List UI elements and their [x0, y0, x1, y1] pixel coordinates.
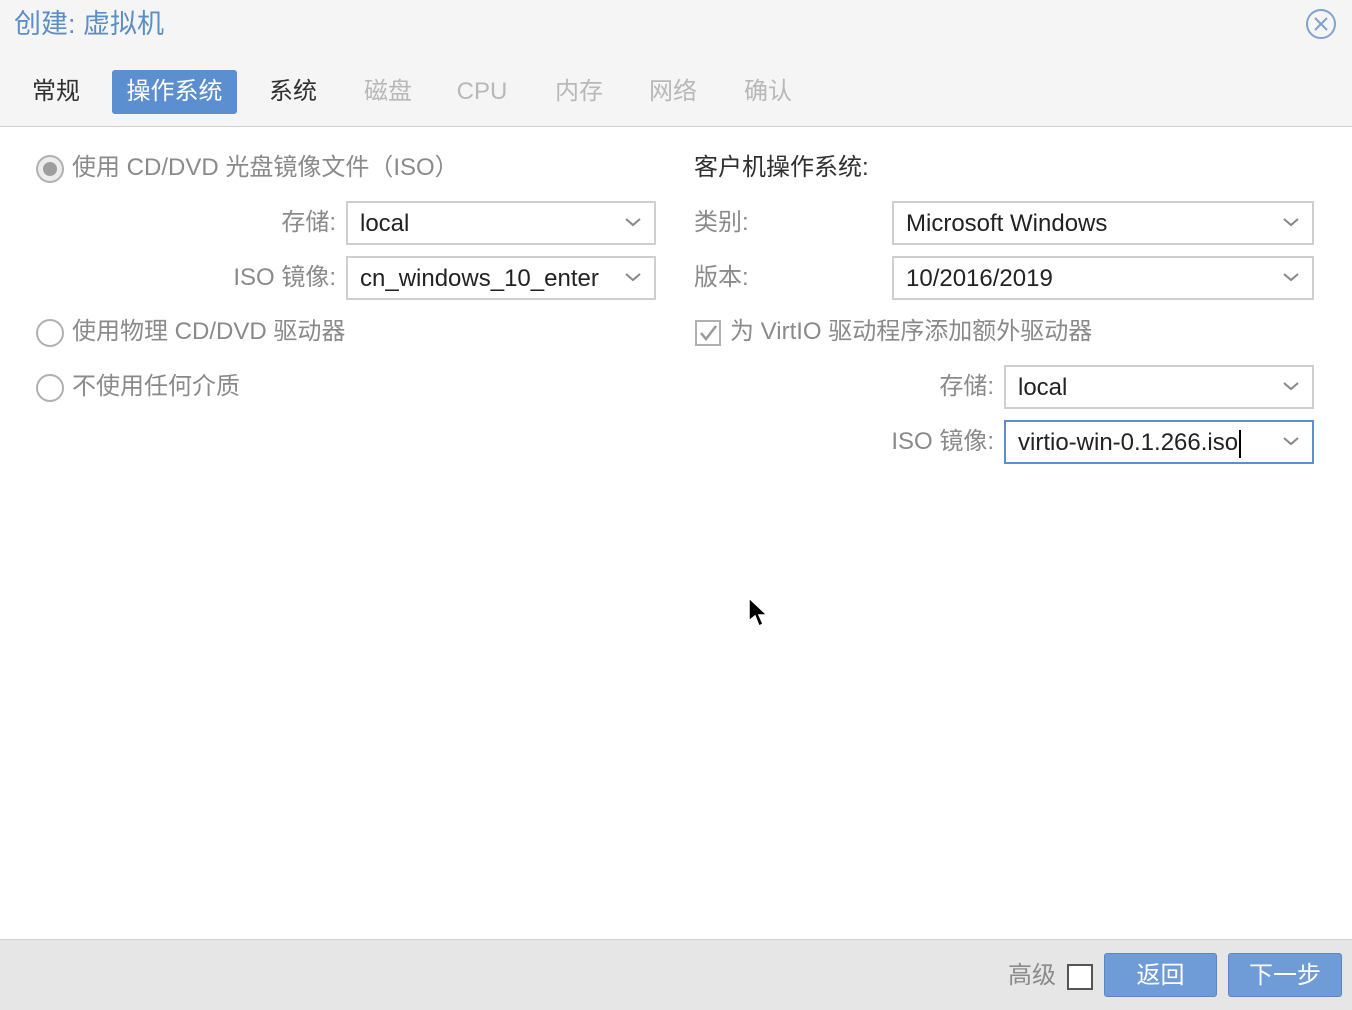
advanced-checkbox[interactable] — [1067, 964, 1093, 990]
iso-image-select[interactable]: cn_windows_10_enter — [346, 256, 656, 300]
dialog-title: 创建: 虚拟机 — [14, 9, 165, 39]
chevron-down-icon — [625, 273, 641, 282]
iso-image-label: ISO 镜像: — [233, 264, 336, 291]
physical-drive-radio[interactable] — [36, 319, 64, 347]
iso-option-label: 使用 CD/DVD 光盘镜像文件（ISO） — [72, 154, 459, 181]
chevron-down-icon — [1283, 218, 1299, 227]
tab-confirm: 确认 — [744, 78, 792, 105]
virtio-iso-value-wrap: virtio-win-0.1.266.iso — [1018, 422, 1242, 462]
storage-value: local — [360, 210, 410, 237]
os-version-value: 10/2016/2019 — [906, 265, 1053, 292]
virtio-checkbox-label: 为 VirtIO 驱动程序添加额外驱动器 — [730, 318, 1093, 345]
virtio-storage-value: local — [1018, 374, 1068, 401]
advanced-label: 高级 — [1008, 962, 1056, 989]
mouse-cursor-icon — [748, 597, 768, 628]
chevron-down-icon — [1283, 273, 1299, 282]
virtio-iso-label: ISO 镜像: — [891, 428, 994, 455]
iso-image-value: cn_windows_10_enter — [360, 265, 599, 292]
chevron-down-icon — [1283, 437, 1299, 446]
os-type-value: Microsoft Windows — [906, 210, 1108, 237]
iso-radio[interactable] — [36, 155, 64, 183]
virtio-storage-label: 存储: — [939, 373, 994, 400]
tab-network: 网络 — [649, 78, 697, 105]
tab-disk: 磁盘 — [364, 78, 412, 105]
back-button[interactable]: 返回 — [1104, 953, 1217, 997]
dialog-footer: 高级 返回 下一步 — [0, 939, 1352, 1010]
storage-select[interactable]: local — [346, 201, 656, 245]
create-vm-dialog: 创建: 虚拟机 常规 操作系统 系统 磁盘 CPU 内存 网络 确认 使用 CD… — [0, 0, 1352, 1010]
no-media-label: 不使用任何介质 — [72, 373, 240, 400]
wizard-tabs: 常规 操作系统 系统 磁盘 CPU 内存 网络 确认 — [0, 70, 1352, 114]
virtio-storage-select[interactable]: local — [1004, 365, 1314, 409]
os-type-select[interactable]: Microsoft Windows — [892, 201, 1314, 245]
tab-cpu: CPU — [456, 78, 508, 105]
storage-label: 存储: — [281, 209, 336, 236]
no-media-radio[interactable] — [36, 374, 64, 402]
tab-general[interactable]: 常规 — [20, 70, 92, 114]
chevron-down-icon — [625, 218, 641, 227]
chevron-down-icon — [1283, 382, 1299, 391]
checkmark-icon — [700, 325, 717, 341]
close-icon[interactable] — [1305, 8, 1337, 40]
next-button[interactable]: 下一步 — [1228, 953, 1342, 997]
guest-os-header: 客户机操作系统: — [694, 154, 869, 181]
virtio-iso-select[interactable]: virtio-win-0.1.266.iso — [1004, 420, 1314, 464]
tab-system[interactable]: 系统 — [257, 70, 329, 114]
tab-os[interactable]: 操作系统 — [112, 70, 237, 114]
text-caret — [1239, 429, 1242, 458]
os-type-label: 类别: — [694, 209, 749, 236]
os-version-label: 版本: — [694, 264, 749, 291]
dialog-header: 创建: 虚拟机 常规 操作系统 系统 磁盘 CPU 内存 网络 确认 — [0, 0, 1352, 127]
virtio-iso-value: virtio-win-0.1.266.iso — [1018, 429, 1239, 456]
os-version-select[interactable]: 10/2016/2019 — [892, 256, 1314, 300]
tab-memory: 内存 — [555, 78, 603, 105]
virtio-checkbox[interactable] — [695, 320, 721, 346]
physical-drive-label: 使用物理 CD/DVD 驱动器 — [72, 318, 346, 345]
